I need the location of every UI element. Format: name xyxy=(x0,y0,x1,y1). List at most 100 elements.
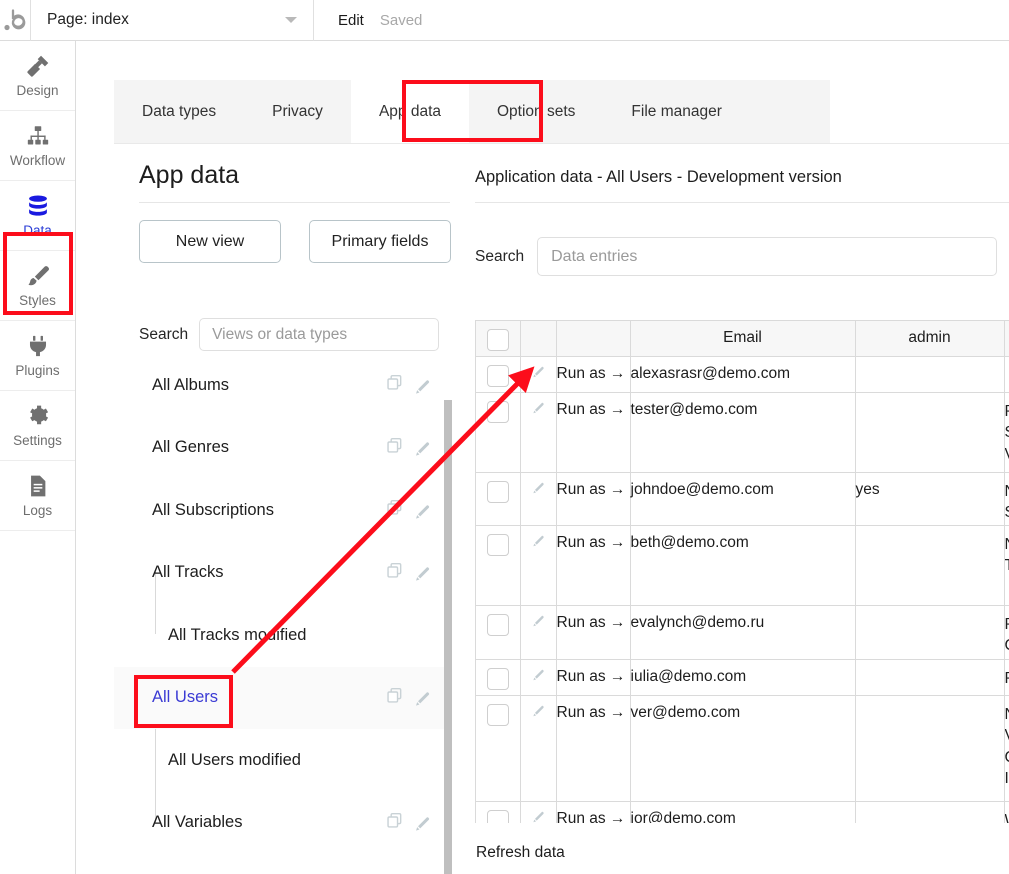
row-checkbox[interactable] xyxy=(486,810,509,823)
view-item-all-users-modified[interactable]: All Users modified xyxy=(114,729,444,792)
copy-icon[interactable] xyxy=(385,686,404,710)
email-cell[interactable]: beth@demo.com xyxy=(630,525,856,606)
row-checkbox[interactable] xyxy=(486,481,509,503)
admin-cell[interactable]: yes xyxy=(855,472,1005,526)
view-item-all-tracks[interactable]: All Tracks xyxy=(114,542,444,605)
bubble-logo-icon[interactable] xyxy=(0,0,30,41)
rail-item-workflow[interactable]: Workflow xyxy=(0,111,75,181)
admin-cell[interactable] xyxy=(855,356,1005,393)
row-edit-cell[interactable] xyxy=(520,356,557,393)
pencil-icon[interactable] xyxy=(413,815,430,831)
row-edit-cell[interactable] xyxy=(520,525,557,606)
extra-cell[interactable]: N V C In xyxy=(1004,695,1009,802)
row-checkbox-cell[interactable] xyxy=(476,525,521,606)
views-list-scrollbar[interactable] xyxy=(444,400,452,874)
run-as-link[interactable]: Run as → xyxy=(556,392,631,473)
rail-item-plugins[interactable]: Plugins xyxy=(0,321,75,391)
view-item-all-subscriptions[interactable]: All Subscriptions xyxy=(114,479,444,542)
tab-option-sets[interactable]: Option sets xyxy=(469,80,603,144)
extra-cell[interactable]: P S V xyxy=(1004,392,1009,473)
chevron-down-icon[interactable] xyxy=(285,16,297,23)
pencil-icon[interactable] xyxy=(531,614,546,629)
email-cell[interactable]: evalynch@demo.ru xyxy=(630,605,856,660)
table-row[interactable]: Run as → tester@demo.com P S V xyxy=(476,392,1009,473)
table-row[interactable]: Run as → johndoe@demo.com yes N S xyxy=(476,472,1009,526)
row-edit-cell[interactable] xyxy=(520,472,557,526)
email-cell[interactable]: alexasrasr@demo.com xyxy=(630,356,856,393)
tab-privacy[interactable]: Privacy xyxy=(244,80,351,144)
admin-cell[interactable] xyxy=(855,695,1005,802)
copy-icon[interactable] xyxy=(385,373,404,397)
pencil-icon[interactable] xyxy=(413,503,430,519)
rail-item-logs[interactable]: Logs xyxy=(0,461,75,531)
table-row[interactable]: Run as → beth@demo.com N T xyxy=(476,525,1009,606)
run-as-link[interactable]: Run as → xyxy=(556,472,631,526)
row-checkbox-cell[interactable] xyxy=(476,472,521,526)
row-checkbox[interactable] xyxy=(486,401,509,423)
extra-cell[interactable]: N T xyxy=(1004,525,1009,606)
copy-icon[interactable] xyxy=(385,436,404,460)
row-edit-cell[interactable] xyxy=(520,605,557,660)
row-checkbox-cell[interactable] xyxy=(476,695,521,802)
row-edit-cell[interactable] xyxy=(520,392,557,473)
row-checkbox-cell[interactable] xyxy=(476,605,521,660)
row-checkbox[interactable] xyxy=(486,534,509,556)
row-checkbox[interactable] xyxy=(486,704,509,726)
run-as-link[interactable]: Run as → xyxy=(556,525,631,606)
run-as-link[interactable]: Run as → xyxy=(556,605,631,660)
pencil-icon[interactable] xyxy=(413,440,430,456)
view-item-all-genres[interactable]: All Genres xyxy=(114,417,444,480)
pencil-icon[interactable] xyxy=(413,378,430,394)
row-checkbox-cell[interactable] xyxy=(476,392,521,473)
extra-cell[interactable]: W xyxy=(1004,801,1009,823)
email-column-header[interactable]: Email xyxy=(630,321,856,357)
row-edit-cell[interactable] xyxy=(520,659,557,696)
email-cell[interactable]: iulia@demo.com xyxy=(630,659,856,696)
view-item-all-albums[interactable]: All Albums xyxy=(114,354,444,417)
view-item-all-tracks-modified[interactable]: All Tracks modified xyxy=(114,604,444,667)
view-item-all-users[interactable]: All Users xyxy=(114,666,444,729)
primary-fields-button[interactable]: Primary fields xyxy=(309,220,451,263)
table-row[interactable]: Run as → evalynch@demo.ru P C xyxy=(476,605,1009,660)
email-cell[interactable]: ver@demo.com xyxy=(630,695,856,802)
select-all-checkbox[interactable] xyxy=(486,329,509,351)
copy-icon[interactable] xyxy=(385,561,404,585)
copy-icon[interactable] xyxy=(385,811,404,835)
row-checkbox[interactable] xyxy=(486,614,509,636)
extra-cell[interactable] xyxy=(1004,356,1009,393)
admin-cell[interactable] xyxy=(855,605,1005,660)
pencil-icon[interactable] xyxy=(531,668,546,683)
pencil-icon[interactable] xyxy=(531,481,546,496)
page-selector[interactable]: Page: index xyxy=(31,0,313,41)
admin-column-header[interactable]: admin xyxy=(855,321,1005,357)
table-row[interactable]: Run as → iulia@demo.com P xyxy=(476,659,1009,696)
pencil-icon[interactable] xyxy=(531,534,546,549)
rail-item-design[interactable]: Design xyxy=(0,41,75,111)
extra-column-header[interactable] xyxy=(1004,321,1009,357)
data-search-input[interactable]: Data entries xyxy=(537,237,998,276)
row-checkbox[interactable] xyxy=(486,668,509,690)
pencil-icon[interactable] xyxy=(531,365,546,380)
row-edit-cell[interactable] xyxy=(520,801,557,823)
extra-cell[interactable]: P xyxy=(1004,659,1009,696)
pencil-icon[interactable] xyxy=(413,690,430,706)
edit-button[interactable]: Edit xyxy=(338,12,364,29)
new-view-button[interactable]: New view xyxy=(139,220,281,263)
run-as-link[interactable]: Run as → xyxy=(556,695,631,802)
email-cell[interactable]: jor@demo.com xyxy=(630,801,856,823)
select-all-header[interactable] xyxy=(476,321,521,357)
run-as-link[interactable]: Run as → xyxy=(556,659,631,696)
row-checkbox-cell[interactable] xyxy=(476,801,521,823)
table-row[interactable]: Run as → alexasrasr@demo.com xyxy=(476,356,1009,393)
table-row[interactable]: Run as → jor@demo.com W xyxy=(476,801,1009,823)
pencil-icon[interactable] xyxy=(531,810,546,823)
pencil-icon[interactable] xyxy=(531,704,546,719)
email-cell[interactable]: johndoe@demo.com xyxy=(630,472,856,526)
admin-cell[interactable] xyxy=(855,525,1005,606)
tab-file-manager[interactable]: File manager xyxy=(603,80,749,144)
tab-app-data[interactable]: App data xyxy=(350,80,469,144)
admin-cell[interactable] xyxy=(855,801,1005,823)
row-checkbox-cell[interactable] xyxy=(476,356,521,393)
pencil-icon[interactable] xyxy=(413,565,430,581)
run-as-link[interactable]: Run as → xyxy=(556,801,631,823)
